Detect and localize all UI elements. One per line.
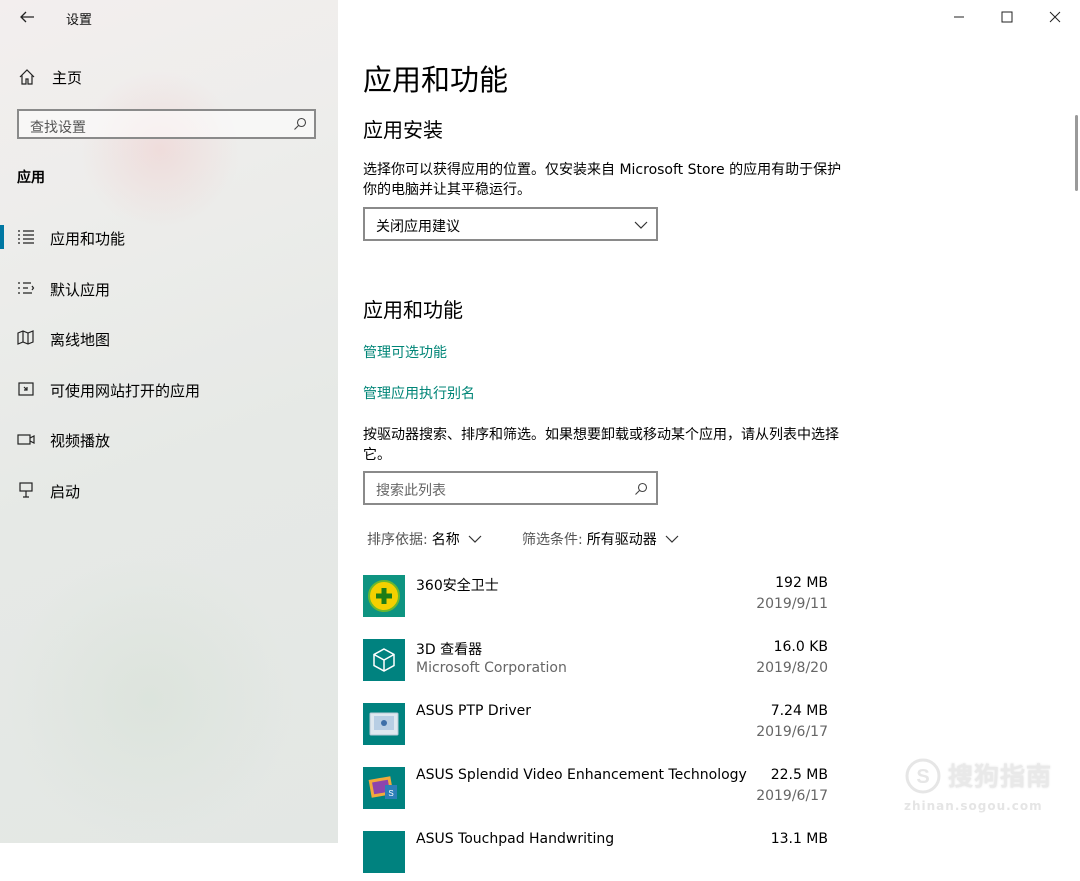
sidebar-item-apps-for-websites[interactable]: 可使用网站打开的应用 [0,375,320,403]
apps-for-websites-icon [18,382,34,396]
app-list-item[interactable]: ASUS Touchpad Handwriting 13.1 MB [363,831,828,881]
install-heading: 应用安装 [363,118,443,142]
svg-text:S: S [388,789,393,798]
sidebar-item-label: 启动 [50,483,81,501]
app-publisher: Microsoft Corporation [416,660,567,676]
dropdown-value: 关闭应用建议 [376,219,460,235]
sort-label: 排序依据: [367,532,428,548]
app-date: 2019/9/11 [756,596,828,612]
window-title: 设置 [66,13,93,28]
app-date: 2019/6/17 [756,788,828,804]
app-list-item[interactable]: S ASUS Splendid Video Enhancement Techno… [363,767,828,817]
app-date: 2019/8/20 [756,660,828,676]
app-size: 16.0 KB [773,639,828,655]
asus-touchpad-icon [363,831,405,873]
settings-search-input[interactable]: 查找设置 [17,109,316,139]
back-button[interactable] [17,7,37,27]
sogou-logo-icon: S [905,758,941,794]
app-install-dropdown[interactable]: 关闭应用建议 [363,207,658,241]
sidebar-home-label: 主页 [52,68,83,87]
filter-dropdown[interactable]: 筛选条件: 所有驱动器 [522,528,679,550]
filter-label: 筛选条件: [522,532,583,548]
sort-value: 名称 [431,532,460,548]
sidebar-section-title: 应用 [17,170,45,186]
app-size: 13.1 MB [770,831,828,847]
chevron-down-icon [665,535,679,543]
app-name: 360安全卫士 [416,578,499,594]
app-list-search-placeholder: 搜索此列表 [376,483,446,499]
install-description: 选择你可以获得应用的位置。仅安装来自 Microsoft Store 的应用有助… [363,162,842,198]
app-size: 22.5 MB [770,767,828,783]
chevron-down-icon [468,535,482,543]
app-list-search-input[interactable]: 搜索此列表 [363,471,658,505]
default-apps-icon [18,282,35,294]
app-size: 192 MB [775,575,828,591]
app-name: ASUS PTP Driver [416,703,532,719]
back-arrow-icon [20,11,34,23]
app-list-item[interactable]: 3D 查看器 Microsoft Corporation 16.0 KB 201… [363,639,828,689]
app-date: 2019/6/17 [756,724,828,740]
home-icon [19,69,35,85]
watermark: S 搜狗指南 zhinan.sogou.com [900,757,1060,817]
page-title: 应用和功能 [363,63,509,97]
app-name: 3D 查看器 [416,642,483,658]
360-safeguard-icon [363,575,405,617]
app-list-item[interactable]: ASUS PTP Driver 7.24 MB 2019/6/17 [363,703,828,753]
app-name: ASUS Splendid Video Enhancement Technolo… [416,767,747,783]
svg-text:S: S [916,766,929,788]
app-name: ASUS Touchpad Handwriting [416,831,615,847]
video-playback-icon [17,434,35,445]
sidebar-item-startup[interactable]: 启动 [0,476,320,504]
filter-value: 所有驱动器 [586,532,657,548]
sidebar-item-label: 视频播放 [50,432,111,450]
watermark-name: 搜狗指南 [948,762,1053,791]
offline-maps-icon [17,330,34,345]
selection-indicator [0,225,4,249]
sidebar-item-label: 应用和功能 [50,230,126,248]
manage-app-aliases-link[interactable]: 管理应用执行别名 [363,383,475,403]
apps-heading: 应用和功能 [363,298,463,322]
search-icon [294,117,307,130]
sidebar-item-label: 离线地图 [50,331,111,349]
settings-search-placeholder: 查找设置 [30,120,86,136]
sidebar-item-label: 默认应用 [50,281,111,299]
watermark-url: zhinan.sogou.com [904,799,1043,813]
sort-dropdown[interactable]: 排序依据: 名称 [367,528,482,550]
asus-ptp-icon [363,703,405,745]
search-icon [635,482,648,495]
sidebar-item-label: 可使用网站打开的应用 [50,382,201,400]
apps-description: 按驱动器搜索、排序和筛选。如果想要卸载或移动某个应用，请从列表中选择它。 [363,427,839,463]
sidebar-item-offline-maps[interactable]: 离线地图 [0,324,320,352]
app-size: 7.24 MB [770,703,828,719]
sidebar-item-video-playback[interactable]: 视频播放 [0,425,320,453]
manage-optional-features-link[interactable]: 管理可选功能 [363,342,447,362]
sidebar: 设置 主页 查找设置 应用 应用和功能 默认应用 离线地图 可使用网站打开的应用 [0,0,338,843]
main-content: 应用和功能 应用安装 选择你可以获得应用的位置。仅安装来自 Microsoft … [338,0,1080,873]
3d-viewer-icon [363,639,405,681]
apps-features-icon [18,230,34,244]
sidebar-item-apps-features[interactable]: 应用和功能 [0,223,320,251]
app-list-item[interactable]: 360安全卫士 192 MB 2019/9/11 [363,575,828,625]
asus-splendid-icon: S [363,767,405,809]
sidebar-home[interactable]: 主页 [18,66,82,88]
scrollbar-thumb[interactable] [1075,115,1078,191]
sidebar-item-default-apps[interactable]: 默认应用 [0,274,320,302]
chevron-down-icon [634,221,648,229]
startup-icon [19,482,33,498]
